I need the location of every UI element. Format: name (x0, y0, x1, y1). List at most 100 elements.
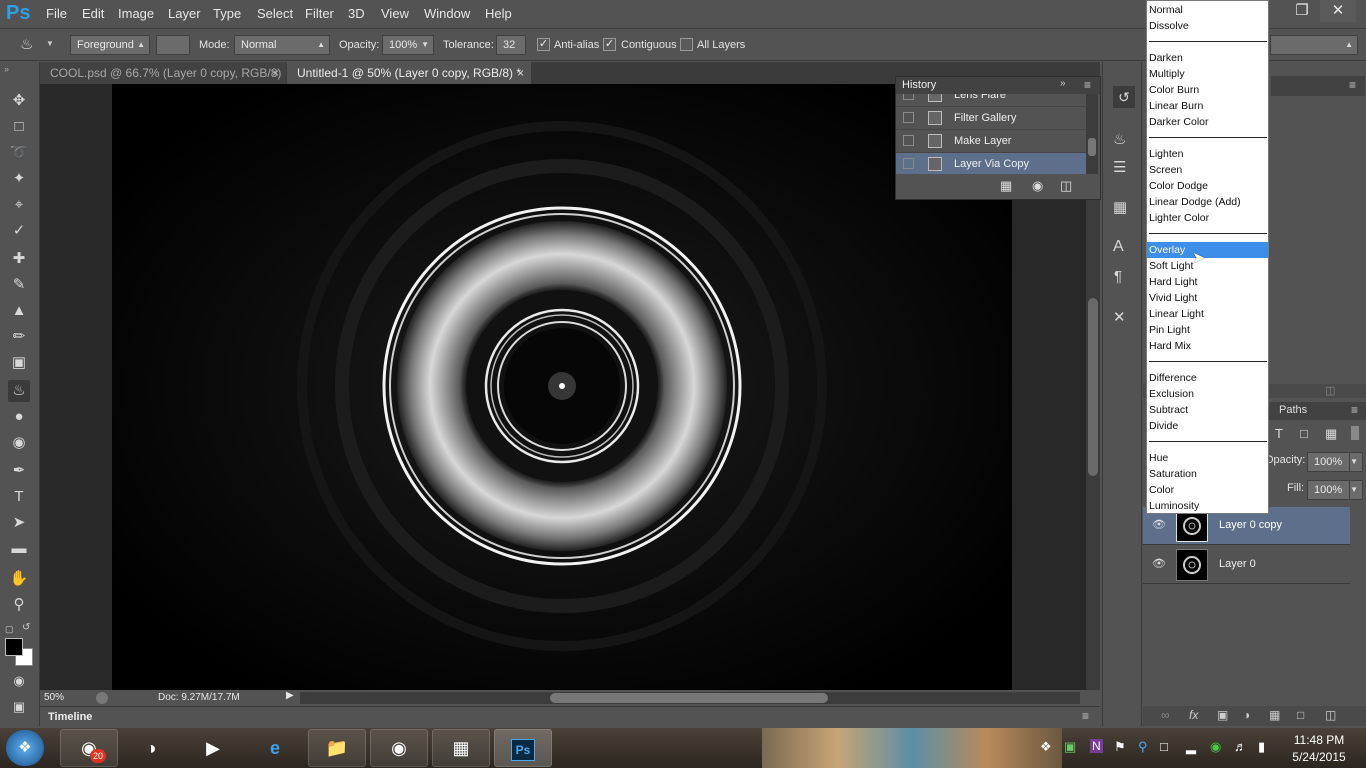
adjustment-layer-icon[interactable]: ◑ (1243, 708, 1250, 722)
layer-fill-dropdown[interactable]: ▼ (1349, 480, 1363, 500)
move-tool-icon[interactable]: ✥ (8, 90, 30, 112)
blur-tool-icon[interactable]: ● (8, 406, 30, 428)
layer-row[interactable]: 👁 Layer 0 (1143, 546, 1350, 584)
contiguous-checkbox[interactable]: ✓ (603, 38, 616, 51)
clone-stamp-tool-icon[interactable]: ▲ (8, 300, 30, 322)
blend-mode-option[interactable]: Divide (1147, 418, 1268, 434)
collapse-panel-icon[interactable]: » (1060, 78, 1066, 89)
blend-mode-option[interactable]: Saturation (1147, 466, 1268, 482)
close-tab-icon[interactable]: × (517, 62, 524, 84)
taskbar-camera-app[interactable]: ◉ (60, 729, 118, 767)
history-scroll-thumb[interactable] (1088, 138, 1096, 156)
filter-smart-object-icon[interactable]: ▦ (1325, 426, 1337, 442)
menu-3d[interactable]: 3D (348, 0, 365, 28)
taskbar-browser-app[interactable]: ◑ (122, 729, 180, 767)
blend-mode-option[interactable]: Screen (1147, 162, 1268, 178)
blend-mode-option[interactable]: Vivid Light (1147, 290, 1268, 306)
blend-mode-option[interactable]: Linear Dodge (Add) (1147, 194, 1268, 210)
fx-icon[interactable]: fx (1189, 708, 1198, 722)
horizontal-scrollbar[interactable] (300, 692, 1080, 704)
blend-mode-option[interactable]: Color Dodge (1147, 178, 1268, 194)
brush-presets-icon[interactable]: ☰ (1113, 158, 1126, 176)
vertical-scroll-thumb[interactable] (1088, 298, 1098, 476)
path-selection-tool-icon[interactable]: ➤ (8, 512, 30, 534)
tolerance-input[interactable]: 32 (496, 35, 526, 55)
layer-name[interactable]: Layer 0 (1219, 558, 1256, 570)
timeline-tab[interactable]: Timeline (48, 711, 92, 723)
menu-file[interactable]: File (46, 0, 67, 28)
blend-mode-option[interactable]: Luminosity (1147, 498, 1268, 514)
trash-icon[interactable]: ◫ (1325, 384, 1335, 397)
network-tray-icon[interactable]: ◉ (1210, 739, 1221, 755)
healing-brush-tool-icon[interactable]: ✚ (8, 248, 30, 270)
blend-mode-option[interactable]: Difference (1147, 370, 1268, 386)
clock-date[interactable]: 5/24/2015 (1284, 750, 1354, 764)
blend-mode-option[interactable]: Soft Light (1147, 258, 1268, 274)
zoom-level[interactable]: 50% (44, 692, 64, 703)
menu-type[interactable]: Type (213, 0, 241, 28)
tab-paths[interactable]: Paths (1279, 404, 1307, 416)
taskbar-chrome[interactable]: ◉ (370, 729, 428, 767)
menu-filter[interactable]: Filter (305, 0, 334, 28)
panel-menu-icon[interactable]: ≡ (1082, 709, 1089, 723)
history-item[interactable]: Lens Flare (896, 94, 1086, 107)
horizontal-scroll-thumb[interactable] (550, 693, 828, 703)
eyedropper-tool-icon[interactable]: ✓ (8, 220, 30, 242)
battery-icon[interactable]: ▮ (1258, 739, 1265, 755)
blend-mode-option[interactable]: Exclusion (1147, 386, 1268, 402)
search-tray-icon[interactable]: ⚲ (1138, 739, 1148, 755)
filter-toggle[interactable] (1351, 426, 1359, 440)
panel-menu-icon[interactable]: ≡ (1349, 78, 1356, 92)
blend-mode-option[interactable]: Linear Burn (1147, 98, 1268, 114)
tray-app-icon[interactable]: □ (1160, 739, 1168, 754)
character-panel-icon[interactable]: A (1113, 238, 1124, 256)
collapse-toolbar-icon[interactable]: » (4, 64, 9, 74)
actions-panel-icon[interactable]: ♨ (1113, 130, 1126, 148)
onenote-tray-icon[interactable]: N (1090, 739, 1103, 753)
menu-help[interactable]: Help (485, 0, 512, 28)
clone-source-icon[interactable]: ▦ (1113, 198, 1127, 216)
snapshot-checkbox[interactable] (903, 94, 914, 100)
blend-mode-option[interactable]: Linear Light (1147, 306, 1268, 322)
chevron-down-icon[interactable]: ▼ (421, 36, 429, 54)
dropbox-tray-icon[interactable]: ❖ (1040, 739, 1052, 755)
paint-bucket-tool-icon[interactable]: ♨ (8, 380, 30, 402)
visibility-eye-icon[interactable]: 👁 (1152, 518, 1166, 531)
blend-mode-option[interactable]: Darker Color (1147, 114, 1268, 130)
taskbar-media-player[interactable]: ▶ (184, 729, 242, 767)
blend-mode-option[interactable]: Lighten (1147, 146, 1268, 162)
filter-type-layer-icon[interactable]: T (1275, 426, 1283, 441)
blend-mode-option[interactable]: Overlay (1147, 242, 1268, 258)
layer-opacity-dropdown[interactable]: ▼ (1349, 452, 1363, 472)
opacity-input[interactable]: 100% ▼ (382, 35, 434, 55)
history-item-selected[interactable]: Layer Via Copy (896, 153, 1086, 174)
blend-mode-option[interactable]: Hard Light (1147, 274, 1268, 290)
start-button[interactable]: ❖ (6, 730, 44, 766)
snapshot-checkbox[interactable] (903, 135, 914, 146)
status-menu-arrow-icon[interactable]: ▶ (286, 690, 294, 701)
taskbar-internet-explorer[interactable]: e (246, 729, 304, 767)
eraser-tool-icon[interactable]: ▣ (8, 352, 30, 374)
tab-cool-psd[interactable]: COOL.psd @ 66.7% (Layer 0 copy, RGB/8) × (40, 62, 286, 84)
blend-mode-option[interactable]: Hue (1147, 450, 1268, 466)
lasso-tool-icon[interactable]: ➰ (8, 142, 30, 164)
new-document-from-state-icon[interactable]: ▦ (1000, 178, 1012, 194)
layer-mask-icon[interactable]: ▣ (1217, 708, 1228, 722)
blend-mode-option[interactable]: Lighter Color (1147, 210, 1268, 226)
paint-bucket-tool-preset-icon[interactable]: ♨ (20, 35, 42, 55)
flag-tray-icon[interactable]: ⚑ (1114, 739, 1126, 755)
history-title[interactable]: History (902, 79, 936, 91)
blend-mode-dropdown[interactable]: Normal Dissolve Darken Multiply Color Burn Li… (1146, 0, 1269, 514)
filter-shape-layer-icon[interactable]: □ (1300, 426, 1308, 441)
history-panel-icon[interactable]: ↺ (1113, 86, 1135, 108)
magic-wand-tool-icon[interactable]: ✦ (8, 168, 30, 190)
preset-chevron-down-icon[interactable]: ▼ (46, 39, 54, 48)
new-layer-icon[interactable]: □ (1297, 708, 1304, 722)
marquee-tool-icon[interactable]: □ (8, 116, 30, 138)
fill-source-select[interactable]: Foreground ▲ (70, 35, 150, 55)
link-layers-icon[interactable]: ∞ (1161, 708, 1170, 722)
taskbar-task-manager[interactable]: ▦ (432, 729, 490, 767)
panel-menu-icon[interactable]: ≡ (1084, 78, 1091, 92)
blend-mode-option[interactable]: Darken (1147, 50, 1268, 66)
history-scrollbar[interactable] (1086, 94, 1098, 174)
